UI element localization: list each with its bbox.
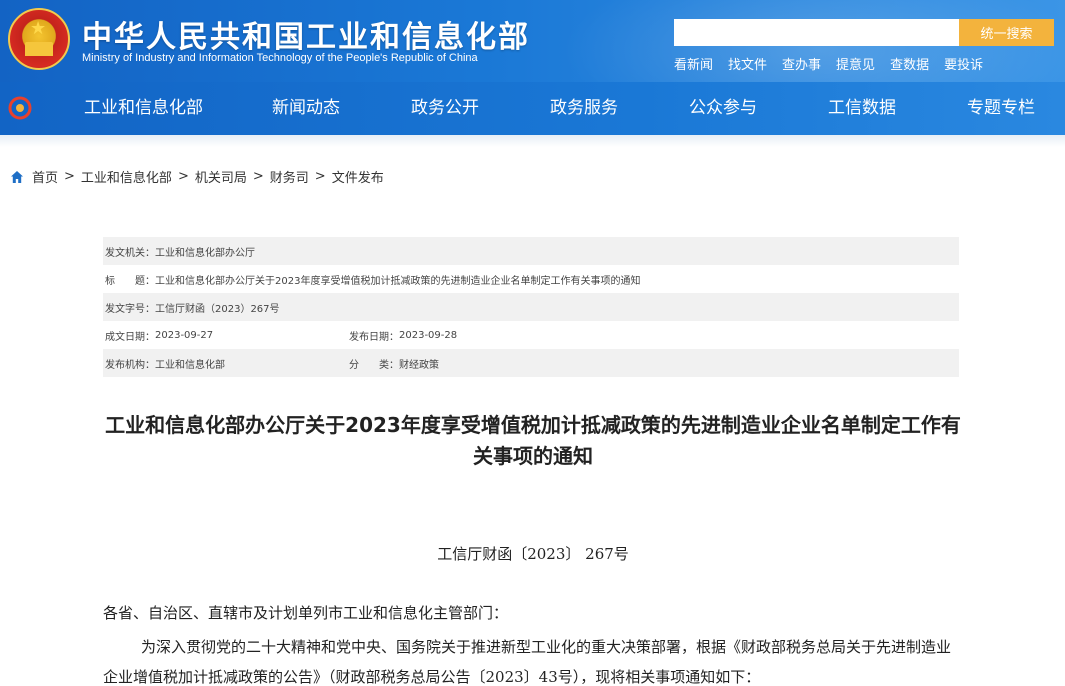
article-addressee: 各省、自治区、直辖市及计划单列市工业和信息化主管部门： xyxy=(103,604,509,622)
breadcrumb-departments[interactable]: 机关司局 xyxy=(195,167,247,186)
site-header: ★ 中华人民共和国工业和信息化部 Ministry of Industry an… xyxy=(0,0,1065,82)
meta-label: 发布机构： xyxy=(105,359,155,371)
quick-links: 看新闻 找文件 查办事 提意见 查数据 要投诉 xyxy=(674,54,998,73)
meta-published-date: 2023-09-28 xyxy=(399,329,458,341)
meta-issuer: 工业和信息化部办公厅 xyxy=(155,247,255,259)
breadcrumb-separator: > xyxy=(177,169,189,184)
meta-title: 工业和信息化部办公厅关于2023年度享受增值税加计抵减政策的先进制造业企业名单制… xyxy=(155,275,641,287)
national-emblem-icon[interactable]: ★ xyxy=(8,8,70,70)
meta-cell-org: 发布机构： 工业和信息化部 xyxy=(105,356,349,371)
meta-org: 工业和信息化部 xyxy=(155,359,225,371)
quick-link-news[interactable]: 看新闻 xyxy=(674,54,713,73)
meta-label: 发布日期： xyxy=(349,331,399,343)
search-input[interactable] xyxy=(674,19,959,46)
nav-items: 工业和信息化部 新闻动态 政务公开 政务服务 公众参与 工信数据 专题专栏 xyxy=(74,82,1035,135)
meta-row-dates: 成文日期： 2023-09-27 发布日期： 2023-09-28 xyxy=(103,321,959,349)
quick-link-complaint[interactable]: 要投诉 xyxy=(944,54,983,73)
quick-link-feedback[interactable]: 提意见 xyxy=(836,54,875,73)
article-doc-number: 工信厅财函〔2023〕 267号 xyxy=(437,545,629,563)
meta-category: 财经政策 xyxy=(399,359,439,371)
quick-link-files[interactable]: 找文件 xyxy=(728,54,767,73)
nav-item-ministry[interactable]: 工业和信息化部 xyxy=(74,82,214,135)
nav-item-topics[interactable]: 专题专栏 xyxy=(909,82,1035,135)
meta-label: 成文日期： xyxy=(105,331,155,343)
breadcrumb-separator: > xyxy=(64,169,75,184)
document-meta-table: 发文机关： 工业和信息化部办公厅 标 题： 工业和信息化部办公厅关于2023年度… xyxy=(103,237,959,377)
meta-row-org: 发布机构： 工业和信息化部 分 类： 财经政策 xyxy=(103,349,959,377)
nav-item-public[interactable]: 公众参与 xyxy=(631,82,770,135)
nav-item-gov-info[interactable]: 政务公开 xyxy=(353,82,492,135)
meta-docno: 工信厅财函（2023）267号 xyxy=(155,303,280,315)
breadcrumb-separator: > xyxy=(314,169,326,184)
breadcrumb-home[interactable]: 首页 xyxy=(32,167,58,186)
meta-cell-published: 发布日期： 2023-09-28 xyxy=(349,328,457,343)
breadcrumb-finance[interactable]: 财务司 xyxy=(270,167,309,186)
home-icon[interactable] xyxy=(10,170,24,184)
quick-link-services[interactable]: 查办事 xyxy=(782,54,821,73)
meta-cell-written: 成文日期： 2023-09-27 xyxy=(105,328,349,343)
article-title: 工业和信息化部办公厅关于2023年度享受增值税加计抵减政策的先进制造业企业名单制… xyxy=(105,413,961,468)
breadcrumb-ministry[interactable]: 工业和信息化部 xyxy=(81,167,172,186)
site-subtitle: Ministry of Industry and Information Tec… xyxy=(82,52,478,64)
search-button[interactable]: 统一搜索 xyxy=(959,19,1054,46)
nav-item-data[interactable]: 工信数据 xyxy=(770,82,909,135)
meta-written-date: 2023-09-27 xyxy=(155,329,214,341)
meta-row-issuer: 发文机关： 工业和信息化部办公厅 xyxy=(103,237,959,265)
article-paragraph: 为深入贯彻党的二十大精神和党中央、国务院关于推进新型工业化的重大决策部署，根据《… xyxy=(103,638,952,686)
miit-logo-icon[interactable] xyxy=(8,96,32,120)
site-title[interactable]: 中华人民共和国工业和信息化部 xyxy=(82,12,530,56)
breadcrumb-release[interactable]: 文件发布 xyxy=(332,167,384,186)
meta-label: 发文机关： xyxy=(105,247,155,259)
meta-cell-category: 分 类： 财经政策 xyxy=(349,356,439,371)
nav-item-gov-services[interactable]: 政务服务 xyxy=(492,82,631,135)
meta-label: 发文字号： xyxy=(105,303,155,315)
meta-label: 分 类： xyxy=(349,359,399,371)
breadcrumb: 首页 > 工业和信息化部 > 机关司局 > 财务司 > 文件发布 xyxy=(10,167,384,186)
search-box xyxy=(674,19,959,46)
main-nav: 工业和信息化部 新闻动态 政务公开 政务服务 公众参与 工信数据 专题专栏 xyxy=(0,82,1065,135)
quick-link-data[interactable]: 查数据 xyxy=(890,54,929,73)
meta-row-docno: 发文字号： 工信厅财函（2023）267号 xyxy=(103,293,959,321)
meta-label: 标 题： xyxy=(105,275,155,287)
nav-shadow xyxy=(0,135,1065,147)
meta-row-title: 标 题： 工业和信息化部办公厅关于2023年度享受增值税加计抵减政策的先进制造业… xyxy=(103,265,959,293)
breadcrumb-separator: > xyxy=(252,169,264,184)
nav-item-news[interactable]: 新闻动态 xyxy=(214,82,353,135)
